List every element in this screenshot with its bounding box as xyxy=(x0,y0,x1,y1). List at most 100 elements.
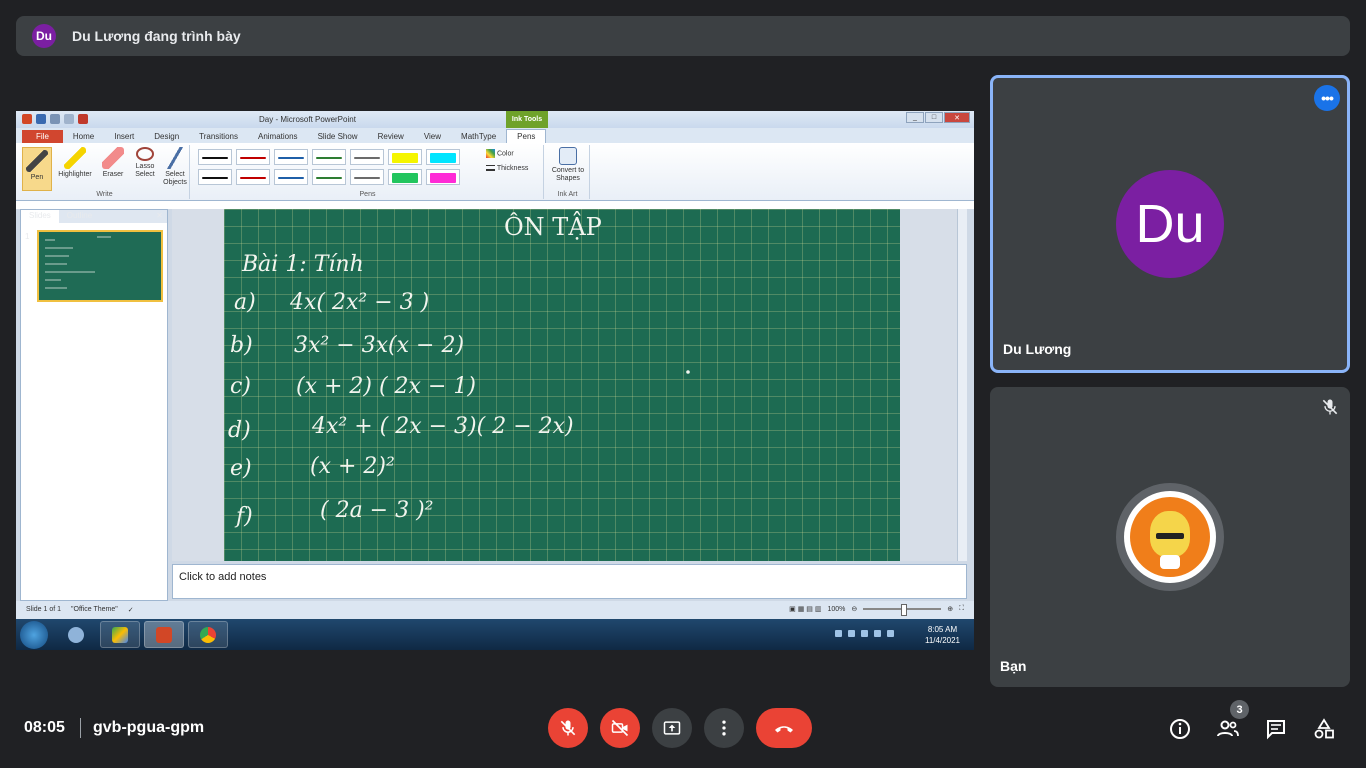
pen-swatch[interactable] xyxy=(274,149,308,165)
tab-slides[interactable]: Slides xyxy=(21,210,59,223)
pen-swatch[interactable] xyxy=(388,149,422,165)
eraser-label: Eraser xyxy=(102,171,124,178)
tab-transitions[interactable]: Transitions xyxy=(189,130,248,143)
color-dropdown[interactable]: Color xyxy=(486,149,514,158)
tab-home[interactable]: Home xyxy=(63,130,104,143)
pen-swatch[interactable] xyxy=(426,169,460,185)
exercise-e-expr: (x + 2)² xyxy=(310,454,395,479)
slide-canvas[interactable]: ÔN TẬP Bài 1: Tính a) 4x( 2x² − 3 ) b) 3… xyxy=(224,209,900,561)
pen-stroke-icon xyxy=(316,157,342,159)
taskbar-date: 11/4/2021 xyxy=(925,636,960,645)
eraser-button[interactable]: Eraser xyxy=(98,147,128,179)
tab-design[interactable]: Design xyxy=(144,130,189,143)
taskbar-app-tool[interactable] xyxy=(56,621,96,648)
toggle-camera-button[interactable] xyxy=(600,708,640,748)
taskbar-app-meet[interactable] xyxy=(100,621,140,648)
thickness-dropdown[interactable]: Thickness xyxy=(486,165,528,172)
select-objects-button[interactable]: Select Objects xyxy=(160,147,190,187)
participant-tile-ban[interactable]: Bạn xyxy=(990,387,1350,687)
tray-icon[interactable] xyxy=(861,630,868,637)
pen-swatch[interactable] xyxy=(350,149,384,165)
close-button[interactable]: ✕ xyxy=(944,112,970,123)
lasso-select-button[interactable]: Lasso Select xyxy=(130,147,160,179)
pen-tool-button[interactable]: Pen xyxy=(22,147,52,191)
participants-icon[interactable] xyxy=(1216,717,1240,741)
pen-stroke-icon xyxy=(278,177,304,179)
fit-slide-icon[interactable]: ⛶ xyxy=(959,605,964,613)
taskbar-app-chrome[interactable] xyxy=(188,621,228,648)
participant-avatar xyxy=(1116,483,1224,591)
view-buttons[interactable]: ▣ ▦ ▤ ▥ xyxy=(789,605,821,613)
volume-icon[interactable] xyxy=(887,630,894,637)
slide-title: ÔN TẬP xyxy=(504,211,602,241)
tool-icon xyxy=(68,626,84,643)
more-options-button[interactable] xyxy=(704,708,744,748)
pen-stroke-icon xyxy=(392,173,418,183)
presenter-avatar: Du xyxy=(32,24,56,48)
zoom-out-icon[interactable]: ⊖ xyxy=(851,605,857,613)
tray-icon[interactable] xyxy=(848,630,855,637)
highlighter-button[interactable]: Highlighter xyxy=(56,147,94,179)
taskbar-clock[interactable]: 8:05 AM 11/4/2021 xyxy=(925,624,960,646)
network-icon[interactable] xyxy=(874,630,881,637)
status-right: ▣ ▦ ▤ ▥ 100% ⊖ ⊕ ⛶ xyxy=(789,604,964,616)
more-options-icon[interactable]: ••• xyxy=(1314,85,1340,111)
tab-animations[interactable]: Animations xyxy=(248,130,308,143)
pen-swatch[interactable] xyxy=(312,149,346,165)
write-group-name: Write xyxy=(96,191,113,198)
pen-swatch[interactable] xyxy=(236,149,270,165)
zoom-slider[interactable] xyxy=(863,604,942,616)
ppt-status-bar: Slide 1 of 1 "Office Theme" ✓ ▣ ▦ ▤ ▥ 10… xyxy=(16,601,974,619)
pen-swatch[interactable] xyxy=(312,169,346,185)
tray-icon[interactable] xyxy=(835,630,842,637)
taskbar-app-powerpoint[interactable] xyxy=(144,621,184,648)
slide-heading: Bài 1: Tính xyxy=(241,252,364,277)
meeting-info-icon[interactable] xyxy=(1168,717,1192,741)
start-button-icon[interactable] xyxy=(20,621,48,649)
zoom-level[interactable]: 100% xyxy=(827,606,845,613)
chat-icon[interactable] xyxy=(1264,717,1288,741)
tab-insert[interactable]: Insert xyxy=(104,130,144,143)
pen-swatch[interactable] xyxy=(198,169,232,185)
slide-thumbnail[interactable] xyxy=(37,230,163,302)
pen-stroke-icon xyxy=(316,177,342,179)
toggle-mic-button[interactable] xyxy=(548,708,588,748)
color-palette-icon xyxy=(486,149,495,158)
spellcheck-icon[interactable]: ✓ xyxy=(128,606,134,614)
pen-swatch[interactable] xyxy=(274,169,308,185)
minimize-button[interactable]: _ xyxy=(906,112,924,123)
convert-to-shapes-button[interactable]: Convert to Shapes xyxy=(550,147,586,183)
pens-group: Color Thickness Pens xyxy=(192,145,544,199)
present-screen-button[interactable] xyxy=(652,708,692,748)
slide-vertical-scrollbar[interactable] xyxy=(957,209,967,561)
tab-pens[interactable]: Pens xyxy=(506,129,547,143)
maximize-button[interactable]: □ xyxy=(925,112,943,123)
color-label: Color xyxy=(496,150,514,158)
pen-swatch[interactable] xyxy=(350,169,384,185)
tab-slide-show[interactable]: Slide Show xyxy=(308,130,368,143)
eraser-icon xyxy=(102,147,124,169)
tab-file[interactable]: File xyxy=(22,130,63,143)
tab-outline[interactable]: Outline xyxy=(59,210,100,223)
leave-call-button[interactable] xyxy=(756,708,812,748)
redo-icon[interactable] xyxy=(64,114,74,124)
pen-quick-icon[interactable] xyxy=(78,114,88,124)
notes-pane[interactable]: Click to add notes xyxy=(172,564,967,599)
tab-view[interactable]: View xyxy=(414,130,451,143)
pen-swatch[interactable] xyxy=(388,169,422,185)
avatar-image xyxy=(1130,497,1210,577)
divider xyxy=(80,718,81,738)
tab-mathtype[interactable]: MathType xyxy=(451,130,506,143)
activities-icon[interactable] xyxy=(1312,717,1336,741)
save-icon[interactable] xyxy=(36,114,46,124)
zoom-in-icon[interactable]: ⊕ xyxy=(947,605,953,613)
pen-stroke-icon xyxy=(354,177,380,179)
pen-stroke-icon xyxy=(202,157,228,159)
undo-icon[interactable] xyxy=(50,114,60,124)
pen-swatch[interactable] xyxy=(426,149,460,165)
tab-review[interactable]: Review xyxy=(368,130,414,143)
close-pane-icon[interactable]: ✕ xyxy=(156,211,163,220)
pen-swatch[interactable] xyxy=(198,149,232,165)
participant-tile-du-luong[interactable]: ••• Du Du Lương xyxy=(990,75,1350,373)
pen-swatch[interactable] xyxy=(236,169,270,185)
